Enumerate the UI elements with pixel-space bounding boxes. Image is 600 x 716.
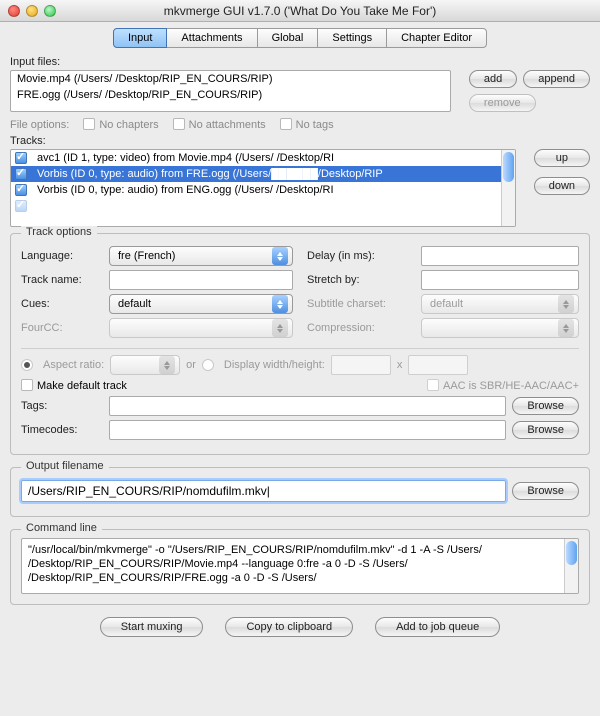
remove-button[interactable]: remove <box>469 94 536 112</box>
width-input <box>331 355 391 375</box>
track-options-legend: Track options <box>21 226 97 238</box>
compression-select <box>421 318 579 338</box>
aspect-select <box>110 355 180 375</box>
command-line-group: Command line "/usr/local/bin/mkvmerge" -… <box>10 529 590 605</box>
input-file-row[interactable]: FRE.ogg (/Users/ /Desktop/RIP_EN_COURS/R… <box>11 87 450 103</box>
output-filename-input[interactable]: /Users/RIP_EN_COURS/RIP/nomdufilm.mkv| <box>21 480 506 502</box>
close-icon[interactable] <box>8 5 20 17</box>
track-checkbox[interactable] <box>15 184 27 196</box>
tab-chapter-editor[interactable]: Chapter Editor <box>386 28 487 48</box>
stretch-input[interactable] <box>421 270 579 290</box>
no-chapters-checkbox[interactable] <box>83 118 95 130</box>
track-row[interactable] <box>11 198 515 214</box>
add-job-queue-button[interactable]: Add to job queue <box>375 617 500 637</box>
dropdown-arrows-icon <box>272 295 288 313</box>
output-browse-button[interactable]: Browse <box>512 482 579 500</box>
input-file-row[interactable]: Movie.mp4 (/Users/ /Desktop/RIP_EN_COURS… <box>11 71 450 87</box>
tags-browse-button[interactable]: Browse <box>512 397 579 415</box>
command-line-legend: Command line <box>21 522 102 534</box>
fourcc-select <box>109 318 293 338</box>
track-name-input[interactable] <box>109 270 293 290</box>
aspect-ratio-radio <box>21 359 33 371</box>
up-button[interactable]: up <box>534 149 590 167</box>
language-select[interactable]: fre (French) <box>109 246 293 266</box>
track-checkbox[interactable] <box>15 152 27 164</box>
aac-sbr-checkbox <box>427 379 439 391</box>
titlebar: mkvmerge GUI v1.7.0 ('What Do You Take M… <box>0 0 600 22</box>
start-muxing-button[interactable]: Start muxing <box>100 617 204 637</box>
sub-charset-select: default <box>421 294 579 314</box>
dropdown-arrows-icon <box>159 356 175 374</box>
track-options-group: Track options Language: fre (French) Tra… <box>10 233 590 455</box>
track-checkbox[interactable] <box>15 200 27 212</box>
cues-select[interactable]: default <box>109 294 293 314</box>
down-button[interactable]: down <box>534 177 590 195</box>
delay-input[interactable] <box>421 246 579 266</box>
window-title: mkvmerge GUI v1.7.0 ('What Do You Take M… <box>8 4 592 18</box>
scrollbar[interactable] <box>501 150 515 226</box>
input-files-list[interactable]: Movie.mp4 (/Users/ /Desktop/RIP_EN_COURS… <box>10 70 451 112</box>
output-filename-legend: Output filename <box>21 460 109 472</box>
track-checkbox[interactable] <box>15 168 27 180</box>
append-button[interactable]: append <box>523 70 590 88</box>
dropdown-arrows-icon <box>558 319 574 337</box>
timecodes-input[interactable] <box>109 420 506 440</box>
track-row[interactable]: avc1 (ID 1, type: video) from Movie.mp4 … <box>11 150 515 166</box>
minimize-icon[interactable] <box>26 5 38 17</box>
file-options: File options: No chapters No attachments… <box>10 118 590 131</box>
tabbar: Input Attachments Global Settings Chapte… <box>10 28 590 48</box>
add-button[interactable]: add <box>469 70 517 88</box>
dropdown-arrows-icon <box>272 319 288 337</box>
tab-global[interactable]: Global <box>257 28 319 48</box>
copy-clipboard-button[interactable]: Copy to clipboard <box>225 617 353 637</box>
tab-attachments[interactable]: Attachments <box>166 28 257 48</box>
tab-settings[interactable]: Settings <box>317 28 387 48</box>
track-row[interactable]: Vorbis (ID 0, type: audio) from FRE.ogg … <box>11 166 515 182</box>
dropdown-arrows-icon <box>558 295 574 313</box>
file-options-label: File options: <box>10 119 69 131</box>
output-filename-group: Output filename /Users/RIP_EN_COURS/RIP/… <box>10 467 590 517</box>
zoom-icon[interactable] <box>44 5 56 17</box>
tags-input[interactable] <box>109 396 506 416</box>
tab-input[interactable]: Input <box>113 28 167 48</box>
no-attachments-checkbox[interactable] <box>173 118 185 130</box>
display-wh-radio <box>202 359 214 371</box>
command-line-text[interactable]: "/usr/local/bin/mkvmerge" -o "/Users/RIP… <box>21 538 579 594</box>
height-input <box>408 355 468 375</box>
tracks-list[interactable]: avc1 (ID 1, type: video) from Movie.mp4 … <box>10 149 516 227</box>
timecodes-browse-button[interactable]: Browse <box>512 421 579 439</box>
make-default-checkbox[interactable] <box>21 379 33 391</box>
tracks-label: Tracks: <box>10 135 590 147</box>
input-files-label: Input files: <box>10 56 590 68</box>
track-row[interactable]: Vorbis (ID 0, type: audio) from ENG.ogg … <box>11 182 515 198</box>
dropdown-arrows-icon <box>272 247 288 265</box>
scrollbar[interactable] <box>564 539 578 593</box>
no-tags-checkbox[interactable] <box>280 118 292 130</box>
